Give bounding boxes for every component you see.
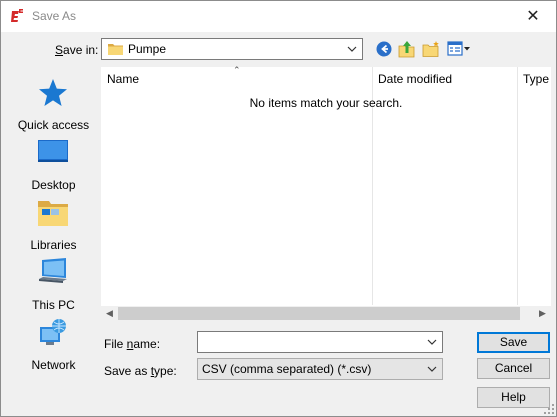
column-header-date-modified[interactable]: Date modified xyxy=(372,67,517,89)
column-header-type[interactable]: Type xyxy=(517,67,551,89)
place-network[interactable]: Network xyxy=(10,317,97,373)
file-name-field[interactable] xyxy=(197,331,443,353)
app-logo-icon xyxy=(11,9,23,22)
desktop-icon xyxy=(38,140,68,162)
chevron-down-icon xyxy=(347,46,357,52)
place-this-pc[interactable]: This PC xyxy=(10,257,97,313)
chevron-down-icon[interactable] xyxy=(426,336,438,348)
chevron-down-icon xyxy=(427,366,437,372)
scroll-right-icon[interactable]: ▶ xyxy=(535,308,550,319)
save-as-dialog: Save As ✕ Save in: Pumpe Quick access De… xyxy=(0,0,557,417)
resize-grip-icon[interactable] xyxy=(544,404,554,414)
place-desktop[interactable]: Desktop xyxy=(10,137,97,193)
this-pc-icon xyxy=(39,258,67,283)
place-quick-access[interactable]: Quick access xyxy=(10,77,97,133)
save-as-type-value: CSV (comma separated) (*.csv) xyxy=(202,362,372,376)
place-label: Network xyxy=(31,358,76,372)
close-icon: ✕ xyxy=(526,8,540,25)
back-icon[interactable] xyxy=(375,40,393,58)
cancel-button[interactable]: Cancel xyxy=(477,358,550,379)
place-label: Quick access xyxy=(17,118,90,132)
place-label: Libraries xyxy=(30,238,77,252)
save-as-type-dropdown[interactable]: CSV (comma separated) (*.csv) xyxy=(197,358,443,380)
places-bar: Quick access Desktop Libraries This PC N… xyxy=(10,67,97,373)
place-libraries[interactable]: Libraries xyxy=(10,197,97,253)
window-title: Save As xyxy=(32,9,77,23)
help-button[interactable]: Help xyxy=(477,387,550,408)
scrollbar-thumb[interactable] xyxy=(118,307,520,320)
title-bar: Save As ✕ xyxy=(1,1,556,32)
network-icon xyxy=(40,319,66,345)
folder-icon xyxy=(108,44,123,55)
quick-access-star-icon xyxy=(39,79,67,106)
save-in-label: Save in: xyxy=(55,43,99,57)
file-name-input[interactable] xyxy=(201,334,423,350)
save-in-dropdown[interactable]: Pumpe xyxy=(101,38,363,60)
new-folder-icon[interactable] xyxy=(422,40,440,58)
view-menu-icon[interactable] xyxy=(447,40,471,58)
save-as-type-label: Save as type: xyxy=(104,364,177,378)
up-folder-icon[interactable] xyxy=(398,40,416,58)
empty-message: No items match your search. xyxy=(249,96,403,110)
place-label: Desktop xyxy=(31,178,76,192)
place-label: This PC xyxy=(32,298,75,312)
file-list[interactable]: ⌃ Name Date modified Type No items match… xyxy=(101,65,551,321)
scroll-left-icon[interactable]: ◀ xyxy=(102,308,117,319)
column-header-name[interactable]: Name xyxy=(101,67,372,89)
close-button[interactable]: ✕ xyxy=(510,1,556,31)
save-button[interactable]: Save xyxy=(477,332,550,353)
horizontal-scrollbar[interactable]: ◀ ▶ xyxy=(101,306,551,321)
file-name-label: File name: xyxy=(104,337,161,351)
save-in-value: Pumpe xyxy=(128,42,167,56)
libraries-icon xyxy=(38,201,68,226)
